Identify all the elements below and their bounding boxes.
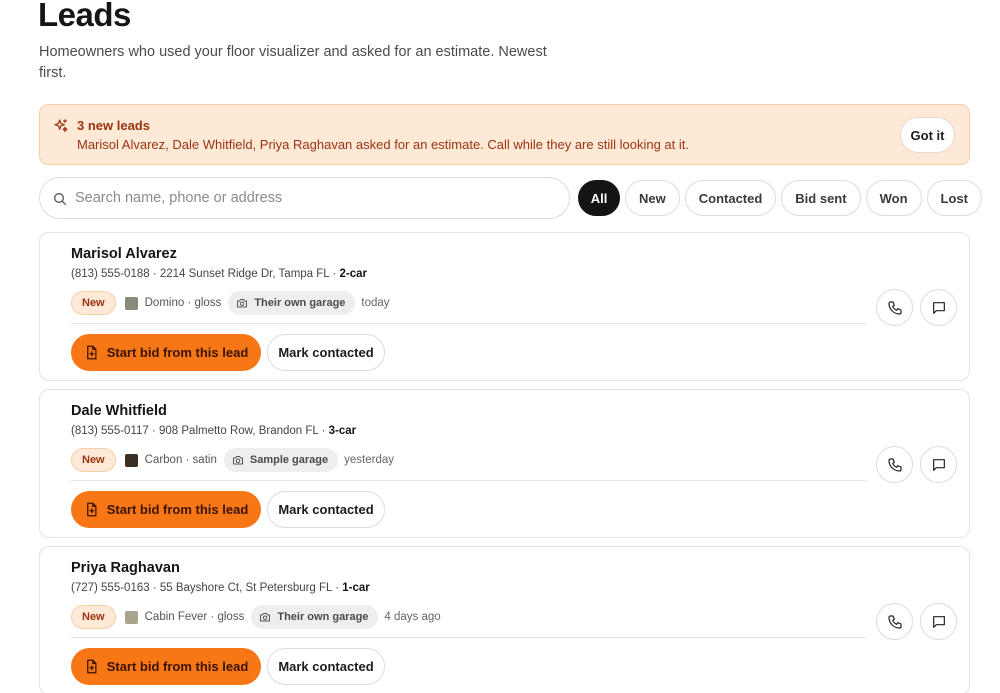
lead-contact: (727) 555-0163 · 55 Bayshore Ct, St Pete… (71, 582, 370, 594)
lead-name: Marisol Alvarez (71, 246, 177, 262)
floor-finish: Domino · gloss (144, 297, 222, 309)
message-icon (932, 615, 945, 628)
start-bid-button[interactable]: Start bid from this lead (71, 491, 261, 528)
lead-card: Priya Raghavan (727) 555-0163 · 55 Baysh… (39, 546, 970, 693)
got-it-button[interactable]: Got it (900, 117, 955, 153)
message-button[interactable] (920, 446, 957, 483)
page-subtitle: Homeowners who used your floor visualize… (39, 44, 547, 81)
filter-new[interactable]: New (625, 180, 680, 216)
search-input[interactable] (75, 179, 555, 217)
photo-source-label: Their own garage (254, 297, 346, 309)
banner-title: 3 new leads (77, 118, 150, 133)
phone-icon (887, 614, 902, 629)
photo-source-chip: Their own garage (228, 291, 356, 315)
start-bid-label: Start bid from this lead (106, 502, 249, 517)
lead-time: 4 days ago (384, 611, 441, 623)
camera-icon (260, 613, 271, 622)
filter-won[interactable]: Won (865, 180, 922, 216)
divider (71, 480, 866, 481)
lead-tags: New Cabin Fever · gloss Their own garage… (71, 605, 441, 629)
status-badge: New (71, 605, 116, 629)
phone-icon (887, 300, 902, 315)
lead-name: Dale Whitfield (71, 403, 167, 419)
lead-contact-text: (813) 555-0117 · 908 Palmetto Row, Brand… (71, 425, 329, 437)
call-button[interactable] (876, 446, 913, 483)
call-button[interactable] (876, 603, 913, 640)
page-title: Leads (38, 0, 131, 33)
message-icon (932, 301, 945, 314)
lead-time: yesterday (344, 454, 394, 466)
sparkle-icon (54, 119, 68, 132)
filter-lost[interactable]: Lost (926, 180, 982, 216)
search-box[interactable] (39, 177, 570, 219)
new-leads-banner: 3 new leads Marisol Alvarez, Dale Whitfi… (39, 104, 970, 165)
status-badge: New (71, 448, 116, 472)
banner-text: Marisol Alvarez, Dale Whitfield, Priya R… (77, 137, 689, 152)
lead-contact-text: (727) 555-0163 · 55 Bayshore Ct, St Pete… (71, 582, 343, 594)
color-swatch (124, 610, 138, 624)
call-button[interactable] (876, 289, 913, 326)
floor-finish: Cabin Fever · gloss (144, 611, 245, 623)
status-filters: All New Contacted Bid sent Won Lost (578, 180, 982, 216)
lead-contact: (813) 555-0188 · 2214 Sunset Ridge Dr, T… (71, 268, 367, 280)
filter-bid-sent[interactable]: Bid sent (781, 180, 861, 216)
start-bid-label: Start bid from this lead (106, 659, 249, 674)
lead-contact-text: (813) 555-0188 · 2214 Sunset Ridge Dr, T… (71, 268, 340, 280)
start-bid-label: Start bid from this lead (106, 345, 249, 360)
garage-size: 3-car (328, 425, 357, 437)
color-swatch (124, 296, 138, 310)
floor-finish: Carbon · satin (144, 454, 217, 466)
divider (71, 323, 866, 324)
mark-contacted-button[interactable]: Mark contacted (267, 648, 385, 685)
photo-source-chip: Sample garage (223, 448, 339, 472)
camera-icon (237, 299, 248, 308)
color-swatch (124, 453, 138, 467)
document-plus-icon (86, 345, 97, 360)
photo-source-label: Their own garage (277, 611, 369, 623)
start-bid-button[interactable]: Start bid from this lead (71, 334, 261, 371)
lead-name: Priya Raghavan (71, 560, 180, 576)
message-icon (932, 458, 945, 471)
status-badge: New (71, 291, 116, 315)
lead-tags: New Domino · gloss Their own garage toda… (71, 291, 390, 315)
divider (71, 637, 866, 638)
lead-tags: New Carbon · satin Sample garage yesterd… (71, 448, 394, 472)
photo-source-chip: Their own garage (251, 605, 379, 629)
document-plus-icon (86, 502, 97, 517)
filter-all[interactable]: All (578, 180, 620, 216)
document-plus-icon (86, 659, 97, 674)
message-button[interactable] (920, 289, 957, 326)
lead-card: Marisol Alvarez (813) 555-0188 · 2214 Su… (39, 232, 970, 381)
garage-size: 1-car (342, 582, 370, 594)
search-icon (54, 193, 66, 205)
phone-icon (887, 457, 902, 472)
garage-size: 2-car (339, 268, 368, 280)
mark-contacted-button[interactable]: Mark contacted (267, 334, 385, 371)
photo-source-label: Sample garage (249, 454, 329, 466)
message-button[interactable] (920, 603, 957, 640)
mark-contacted-button[interactable]: Mark contacted (267, 491, 385, 528)
filter-contacted[interactable]: Contacted (684, 180, 777, 216)
lead-card: Dale Whitfield (813) 555-0117 · 908 Palm… (39, 389, 970, 538)
camera-icon (232, 456, 243, 465)
start-bid-button[interactable]: Start bid from this lead (71, 648, 261, 685)
lead-contact: (813) 555-0117 · 908 Palmetto Row, Brand… (71, 425, 356, 437)
lead-time: today (361, 297, 390, 309)
